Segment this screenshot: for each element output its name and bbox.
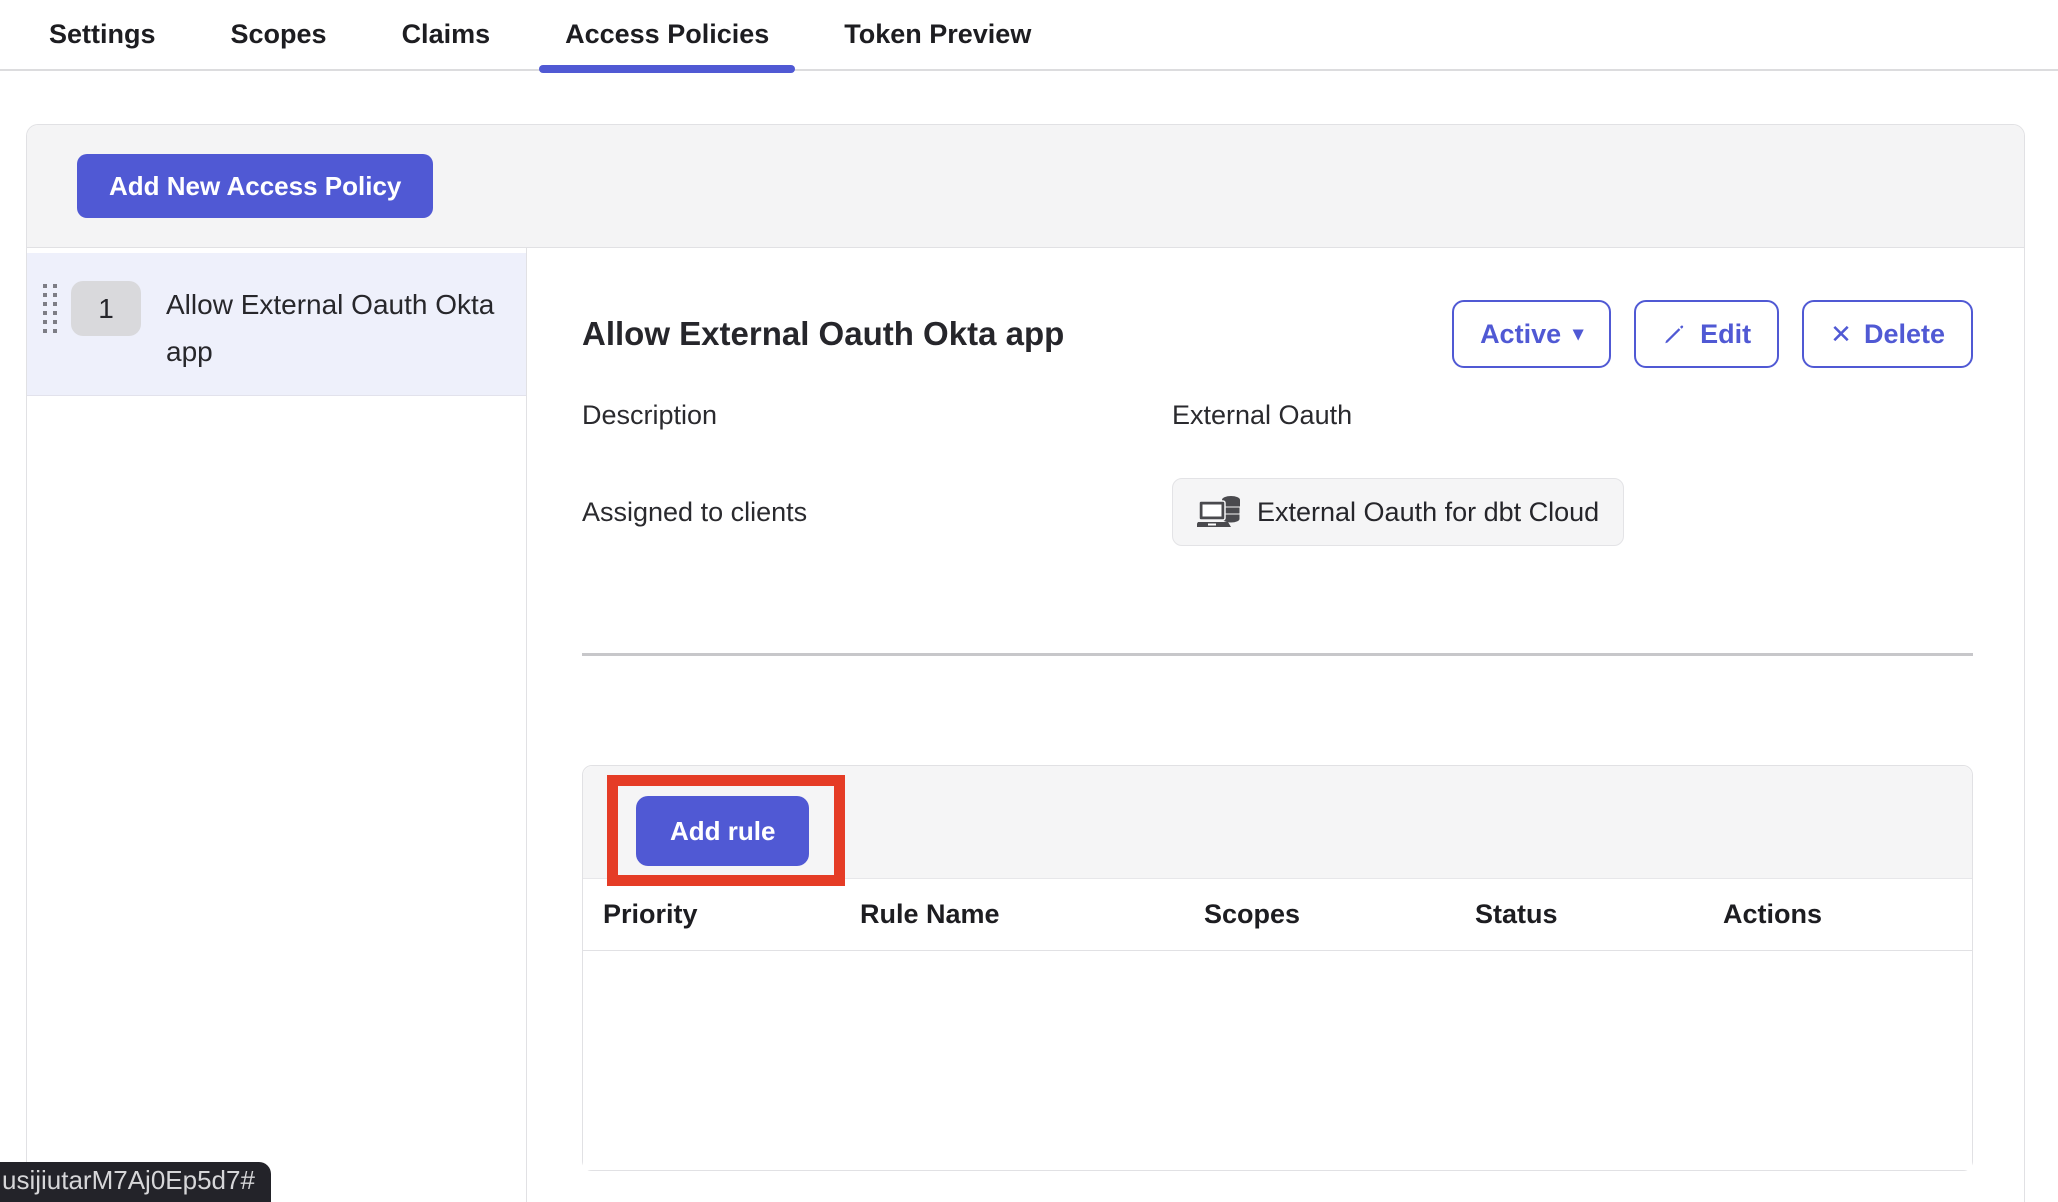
tab-settings[interactable]: Settings <box>49 0 156 69</box>
panel-body: 1 Allow External Oauth Okta app Allow Ex… <box>27 248 2024 1202</box>
chevron-down-icon: ▾ <box>1573 324 1583 344</box>
column-actions: Actions <box>1703 899 1972 930</box>
rules-panel: Add rule Priority Rule Name Scopes Statu… <box>582 765 1973 1171</box>
section-divider <box>582 653 1973 656</box>
column-priority: Priority <box>583 899 840 930</box>
policy-actions: Active ▾ Edit ✕ Delete <box>1452 300 1973 368</box>
column-scopes: Scopes <box>1184 899 1455 930</box>
policy-title-row: Allow External Oauth Okta app Active ▾ E… <box>582 300 1973 368</box>
access-policies-panel: Add New Access Policy 1 Allow External O… <box>26 124 2025 1202</box>
tab-token-preview[interactable]: Token Preview <box>844 0 1031 69</box>
policy-description-section: Description External Oauth Assigned to c… <box>582 398 1973 546</box>
client-chip-label: External Oauth for dbt Cloud <box>1257 497 1599 528</box>
assigned-clients-list: External Oauth for dbt Cloud <box>1172 495 1973 546</box>
link-url-tooltip: usijiutarM7Aj0Ep5d7# <box>0 1162 271 1202</box>
rules-panel-header: Add rule <box>583 766 1972 879</box>
panel-header: Add New Access Policy <box>27 125 2024 248</box>
policy-list-item-label: Allow External Oauth Okta app <box>166 281 516 375</box>
description-label: Description <box>582 398 1172 432</box>
page: Settings Scopes Claims Access Policies T… <box>0 0 2058 1202</box>
status-dropdown-button[interactable]: Active ▾ <box>1452 300 1611 368</box>
policy-detail: Allow External Oauth Okta app Active ▾ E… <box>527 248 2024 1202</box>
drag-handle-icon[interactable] <box>43 284 57 333</box>
policy-priority-badge: 1 <box>71 281 141 336</box>
tab-bar: Settings Scopes Claims Access Policies T… <box>0 0 2058 71</box>
policy-list-item[interactable]: 1 Allow External Oauth Okta app <box>27 253 526 396</box>
rules-table-header: Priority Rule Name Scopes Status Actions <box>583 879 1972 951</box>
add-new-access-policy-button[interactable]: Add New Access Policy <box>77 154 433 218</box>
tab-claims[interactable]: Claims <box>402 0 491 69</box>
description-value: External Oauth <box>1172 398 1973 432</box>
status-dropdown-label: Active <box>1480 319 1561 350</box>
tab-access-policies[interactable]: Access Policies <box>565 0 769 69</box>
policy-list-sidebar: 1 Allow External Oauth Okta app <box>27 248 527 1202</box>
assigned-to-clients-label: Assigned to clients <box>582 495 1172 529</box>
edit-button[interactable]: Edit <box>1634 300 1779 368</box>
column-status: Status <box>1455 899 1703 930</box>
policy-title: Allow External Oauth Okta app <box>582 315 1064 353</box>
tab-scopes[interactable]: Scopes <box>231 0 327 69</box>
delete-button[interactable]: ✕ Delete <box>1802 300 1973 368</box>
add-rule-button[interactable]: Add rule <box>636 796 809 866</box>
close-icon: ✕ <box>1830 321 1852 347</box>
rules-table-body <box>583 951 1972 1170</box>
client-chip: External Oauth for dbt Cloud <box>1172 478 1624 546</box>
laptop-database-icon <box>1197 494 1243 530</box>
pencil-icon <box>1662 321 1688 347</box>
edit-button-label: Edit <box>1700 319 1751 350</box>
column-rule-name: Rule Name <box>840 899 1184 930</box>
delete-button-label: Delete <box>1864 319 1945 350</box>
